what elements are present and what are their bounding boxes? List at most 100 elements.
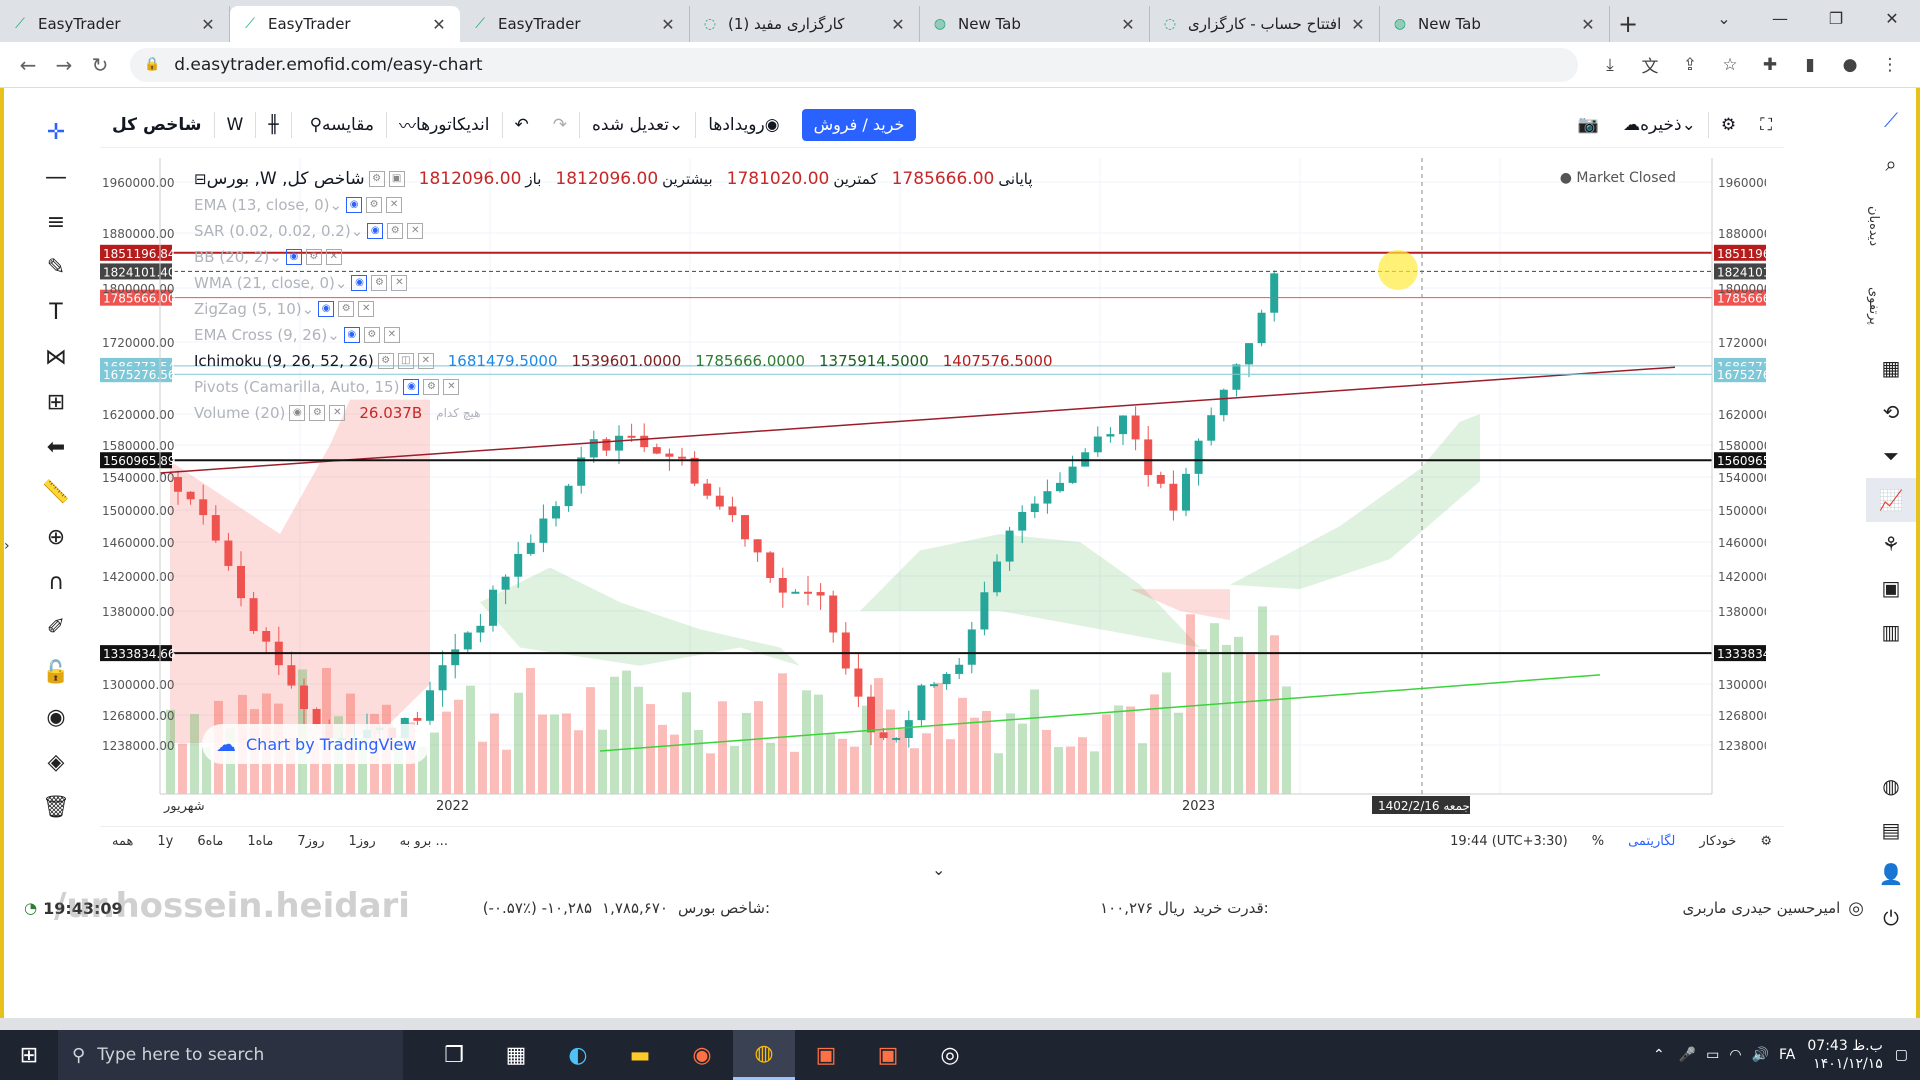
volume-remove-icon[interactable]: ✕	[329, 405, 346, 421]
browser-tab[interactable]: ◍ New Tab ✕	[1380, 6, 1610, 42]
legend-settings-icon[interactable]: ⚙	[368, 171, 385, 187]
minimize-button[interactable]: —	[1752, 0, 1808, 36]
adjusted-dropdown[interactable]: تعدیل شده ⌄	[580, 108, 695, 142]
indicator-remove-icon[interactable]: ✕	[407, 223, 424, 239]
unlock-icon[interactable]: 🔓	[28, 650, 84, 695]
indicator-dropdown-icon[interactable]: ⌄	[302, 300, 315, 318]
search-icon[interactable]: ⌕	[1866, 142, 1916, 186]
indicators-button[interactable]: 〰 اندیکاتورها	[387, 108, 502, 142]
indicator-remove-icon[interactable]: ✕	[386, 197, 403, 213]
lang-indicator[interactable]: FA	[1779, 1047, 1795, 1063]
notifications-icon[interactable]: ▢	[1895, 1047, 1908, 1063]
browser-tab[interactable]: ⟋ EasyTrader ✕	[0, 6, 230, 42]
tradingview-badge[interactable]: ☁ Chart by TradingView	[202, 724, 431, 764]
settings-gear-icon[interactable]: ⚙	[1709, 108, 1748, 142]
text-tool-icon[interactable]: T	[28, 290, 84, 335]
pattern-icon[interactable]: ⋈	[28, 335, 84, 380]
indicator-remove-icon[interactable]: ✕	[383, 327, 400, 343]
browser-tab[interactable]: ⟋ EasyTrader ✕	[460, 6, 690, 42]
maximize-button[interactable]: ❐	[1808, 0, 1864, 36]
profile-icon[interactable]: ●	[1830, 47, 1870, 83]
tab-close-icon[interactable]: ✕	[1349, 15, 1367, 34]
percent-toggle[interactable]: %	[1580, 834, 1616, 849]
range-button[interactable]: 1y	[145, 834, 185, 849]
history-icon[interactable]: ⟲	[1866, 390, 1916, 434]
wifi-icon[interactable]: ◠	[1729, 1047, 1741, 1063]
layout-icon[interactable]: ▤	[1866, 808, 1916, 852]
edge-icon[interactable]: ◐	[547, 1030, 609, 1080]
range-button[interactable]: 1روز	[337, 834, 388, 849]
filter-icon[interactable]: ⏷	[1866, 434, 1916, 478]
forward-button[interactable]: →	[46, 47, 82, 83]
layers-icon[interactable]: ◈	[28, 740, 84, 785]
indicator-settings-icon[interactable]: ⚙	[387, 223, 404, 239]
power-icon[interactable]: ⏻	[1866, 896, 1916, 940]
app-orange-icon[interactable]: ▣	[795, 1030, 857, 1080]
sidepanel-icon[interactable]: ▮	[1790, 47, 1830, 83]
menu-icon[interactable]: ⋮	[1870, 47, 1910, 83]
chart-line-icon[interactable]: 📈	[1866, 478, 1916, 522]
tab-close-icon[interactable]: ✕	[199, 15, 217, 34]
fib-icon[interactable]: ⊞	[28, 380, 84, 425]
range-button[interactable]: 1ماه	[235, 834, 285, 849]
range-button[interactable]: 6ماه	[185, 834, 235, 849]
indicator-settings-icon[interactable]: ⚙	[363, 327, 380, 343]
tab-close-icon[interactable]: ✕	[659, 15, 677, 34]
pivots-remove-icon[interactable]: ✕	[443, 379, 460, 395]
address-bar[interactable]: 🔒 d.easytrader.emofid.com/easy-chart	[130, 47, 1578, 82]
eye-icon[interactable]: ◉	[28, 695, 84, 740]
chrome-icon[interactable]: ◍	[733, 1030, 795, 1080]
events-button[interactable]: رویدادها ◉	[696, 108, 791, 142]
redo-icon[interactable]: ↷	[541, 108, 579, 142]
file-explorer-icon[interactable]: ▬	[609, 1030, 671, 1080]
store-icon[interactable]: ▦	[485, 1030, 547, 1080]
indicator-dropdown-icon[interactable]: ⌄	[330, 196, 343, 214]
tab-close-icon[interactable]: ✕	[889, 15, 907, 34]
undo-icon[interactable]: ↶	[503, 108, 541, 142]
battery-icon[interactable]: ▭	[1706, 1047, 1719, 1063]
indicator-visibility-icon[interactable]: ◉	[351, 275, 368, 291]
zoom-in-icon[interactable]: ⊕	[28, 515, 84, 560]
calendar-icon[interactable]: ▦	[1866, 346, 1916, 390]
trash-icon[interactable]: 🗑	[28, 785, 84, 830]
extensions-icon[interactable]: ✚	[1750, 47, 1790, 83]
indicator-settings-icon[interactable]: ⚙	[366, 197, 383, 213]
volume-icon[interactable]: 🔊	[1752, 1047, 1769, 1063]
horizontal-lines-icon[interactable]: ≡	[28, 200, 84, 245]
plant-icon[interactable]: ⚘	[1866, 522, 1916, 566]
indicator-visibility-icon[interactable]: ◉	[343, 327, 360, 343]
indicator-visibility-icon[interactable]: ◉	[318, 301, 335, 317]
browser-tab[interactable]: ◌ افتتاح حساب - کارگزاری ✕	[1150, 6, 1380, 42]
camera-icon[interactable]: 📷	[1566, 108, 1611, 142]
legend-hide-icon[interactable]: ▣	[388, 171, 405, 187]
arrow-left-icon[interactable]: ⬅	[28, 425, 84, 470]
mic-icon[interactable]: 🎤	[1679, 1047, 1696, 1063]
ichimoku-hide-icon[interactable]: ◫	[397, 353, 414, 369]
user-avatar-icon[interactable]: ◎	[1848, 898, 1864, 919]
browser-tab[interactable]: ◍ New Tab ✕	[920, 6, 1150, 42]
share-icon[interactable]: ⇪	[1670, 47, 1710, 83]
lock-drawing-icon[interactable]: ✐	[28, 605, 84, 650]
range-button[interactable]: همه	[100, 834, 145, 849]
user-name[interactable]: امیرحسین حیدری ماربری	[1682, 899, 1840, 917]
ichimoku-settings-icon[interactable]: ⚙	[377, 353, 394, 369]
clock-timezone[interactable]: 19:44 (UTC+3:30)	[1438, 834, 1580, 849]
magnet-icon[interactable]: ∩	[28, 560, 84, 605]
user-icon[interactable]: 👤	[1866, 852, 1916, 896]
indicator-dropdown-icon[interactable]: ⌄	[327, 326, 340, 344]
indicator-dropdown-icon[interactable]: ⌄	[351, 222, 364, 240]
range-button[interactable]: برو به ...	[388, 834, 460, 849]
buy-sell-button[interactable]: خرید / فروش	[801, 108, 917, 141]
volume-hide-icon[interactable]: ⚙	[309, 405, 326, 421]
chat-icon[interactable]: ▣	[1866, 566, 1916, 610]
range-button[interactable]: 7روز	[285, 834, 336, 849]
watchlist-vertical-tab[interactable]: دیده‌بان	[1866, 186, 1881, 266]
compare-button[interactable]: ⚲ مقایسه	[292, 108, 386, 142]
ruler-icon[interactable]: 📏	[28, 470, 84, 515]
close-window-button[interactable]: ✕	[1864, 0, 1920, 36]
indicator-visibility-icon[interactable]: ◉	[346, 197, 363, 213]
taskbar-search[interactable]: ⚲ Type here to search	[58, 1030, 403, 1080]
tab-close-icon[interactable]: ✕	[1579, 15, 1597, 34]
log-toggle[interactable]: لگاریتمی	[1616, 834, 1687, 849]
bookmark-star-icon[interactable]: ☆	[1710, 47, 1750, 83]
